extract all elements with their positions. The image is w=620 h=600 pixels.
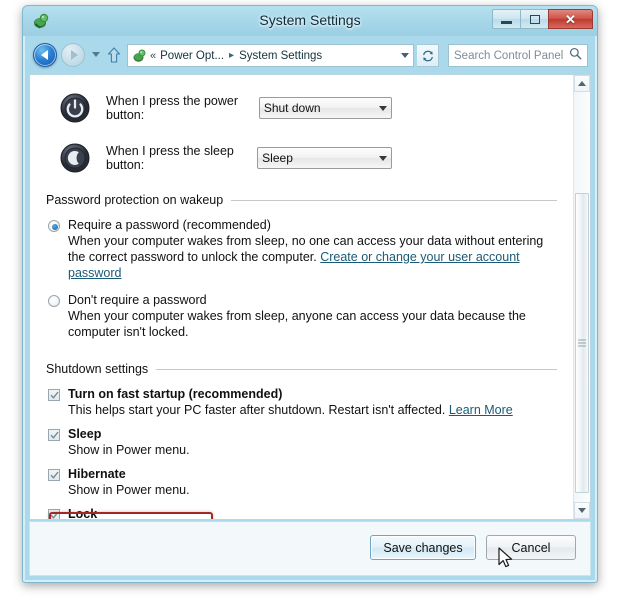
search-icon xyxy=(569,47,582,65)
fast-startup-label: Turn on fast startup (recommended) xyxy=(68,387,283,401)
lock-label: Lock xyxy=(68,507,98,520)
maximize-button[interactable] xyxy=(520,9,549,29)
require-password-radio[interactable] xyxy=(48,220,60,232)
power-button-setting-row: When I press the power button: Shut down xyxy=(46,89,557,127)
learn-more-link[interactable]: Learn More xyxy=(449,403,513,417)
refresh-button[interactable] xyxy=(417,44,439,67)
breadcrumb-power-options-icon xyxy=(132,48,147,63)
require-password-option[interactable]: Require a password (recommended) When yo… xyxy=(46,218,557,281)
dont-require-password-label: Don't require a password xyxy=(68,293,207,307)
search-input[interactable]: Search Control Panel xyxy=(454,50,569,62)
power-button-action-select[interactable]: Shut down xyxy=(258,97,392,119)
minimize-button[interactable] xyxy=(492,9,521,29)
fast-startup-description: This helps start your PC faster after sh… xyxy=(68,402,557,418)
system-settings-window: System Settings ✕ « Power Opt... ▸ Syste… xyxy=(22,5,598,583)
divider xyxy=(231,199,557,201)
scroll-down-button[interactable] xyxy=(574,502,590,519)
breadcrumb-segment-power-options[interactable]: Power Opt... xyxy=(160,50,224,62)
dont-require-password-description: When your computer wakes from sleep, any… xyxy=(68,309,526,339)
lock-checkbox[interactable] xyxy=(48,509,60,519)
power-button-action-value: Shut down xyxy=(263,101,321,115)
require-password-description: When your computer wakes from sleep, no … xyxy=(68,233,557,281)
breadcrumb-separator-icon: ▸ xyxy=(229,50,235,61)
vertical-scrollbar[interactable] xyxy=(573,75,590,519)
hibernate-checkbox[interactable] xyxy=(48,469,60,481)
power-button-icon xyxy=(60,93,90,123)
sleep-button-icon xyxy=(60,143,90,173)
dont-require-password-option[interactable]: Don't require a password When your compu… xyxy=(46,293,557,340)
recent-pages-dropdown-icon[interactable] xyxy=(92,52,100,57)
hibernate-description: Show in Power menu. xyxy=(68,483,190,497)
lock-option[interactable]: Lock Show in account picture menu. xyxy=(46,507,557,520)
require-password-label: Require a password (recommended) xyxy=(68,218,271,232)
sleep-label: Sleep xyxy=(68,427,102,441)
forward-button[interactable] xyxy=(61,43,85,67)
dialog-footer: Save changes Cancel xyxy=(29,521,591,576)
sleep-option[interactable]: Sleep Show in Power menu. xyxy=(46,427,557,458)
password-protection-title: Password protection on wakeup xyxy=(46,193,224,207)
shutdown-settings-header: Shutdown settings xyxy=(46,362,557,376)
dont-require-password-radio[interactable] xyxy=(48,295,60,307)
breadcrumb-overflow[interactable]: « xyxy=(150,50,156,62)
sleep-description: Show in Power menu. xyxy=(68,443,190,457)
fast-startup-option[interactable]: Turn on fast startup (recommended) This … xyxy=(46,387,557,418)
maximize-icon xyxy=(529,14,540,24)
power-button-label: When I press the power button: xyxy=(106,94,239,122)
minimize-icon xyxy=(501,20,512,24)
navigation-bar: « Power Opt... ▸ System Settings Search … xyxy=(23,36,597,74)
breadcrumb-segment-system-settings[interactable]: System Settings xyxy=(239,50,322,62)
forward-arrow-icon xyxy=(70,50,78,60)
window-controls: ✕ xyxy=(492,9,593,29)
close-button[interactable]: ✕ xyxy=(548,9,593,29)
save-changes-button[interactable]: Save changes xyxy=(370,535,476,560)
chevron-up-icon xyxy=(578,81,586,86)
scrollbar-thumb[interactable] xyxy=(575,193,589,493)
fast-startup-checkbox[interactable] xyxy=(48,389,60,401)
title-bar: System Settings ✕ xyxy=(23,6,597,36)
divider xyxy=(30,521,590,522)
cancel-button[interactable]: Cancel xyxy=(486,535,576,560)
sleep-button-action-value: Sleep xyxy=(262,151,293,165)
hibernate-option[interactable]: Hibernate Show in Power menu. xyxy=(46,467,557,498)
chevron-down-icon xyxy=(379,105,387,111)
shutdown-settings-title: Shutdown settings xyxy=(46,362,149,376)
address-dropdown-icon[interactable] xyxy=(401,53,409,58)
sleep-button-setting-row: When I press the sleep button: Sleep xyxy=(46,139,557,177)
back-arrow-icon xyxy=(40,50,48,60)
divider xyxy=(156,368,557,370)
sleep-checkbox[interactable] xyxy=(48,429,60,441)
address-bar[interactable]: « Power Opt... ▸ System Settings xyxy=(127,44,414,67)
up-one-level-button[interactable] xyxy=(107,47,121,63)
scroll-up-button[interactable] xyxy=(574,75,590,92)
sleep-button-label: When I press the sleep button: xyxy=(106,144,234,172)
password-protection-header: Password protection on wakeup xyxy=(46,193,557,207)
fast-startup-description-text: This helps start your PC faster after sh… xyxy=(68,403,449,417)
chevron-down-icon xyxy=(379,155,387,161)
close-icon: ✕ xyxy=(565,11,576,27)
shutdown-settings-group: Shutdown settings Turn on fast startup (… xyxy=(46,362,557,520)
scrollbar-grip-icon xyxy=(578,339,586,347)
search-box[interactable]: Search Control Panel xyxy=(448,44,588,67)
sleep-button-action-select[interactable]: Sleep xyxy=(257,147,392,169)
password-protection-group: Password protection on wakeup Require a … xyxy=(46,193,557,340)
chevron-down-icon xyxy=(578,508,586,513)
hibernate-label: Hibernate xyxy=(68,467,126,481)
back-button[interactable] xyxy=(33,43,57,67)
settings-content-pane: When I press the power button: Shut down xyxy=(29,74,591,520)
scrollable-settings-area: When I press the power button: Shut down xyxy=(30,75,573,519)
